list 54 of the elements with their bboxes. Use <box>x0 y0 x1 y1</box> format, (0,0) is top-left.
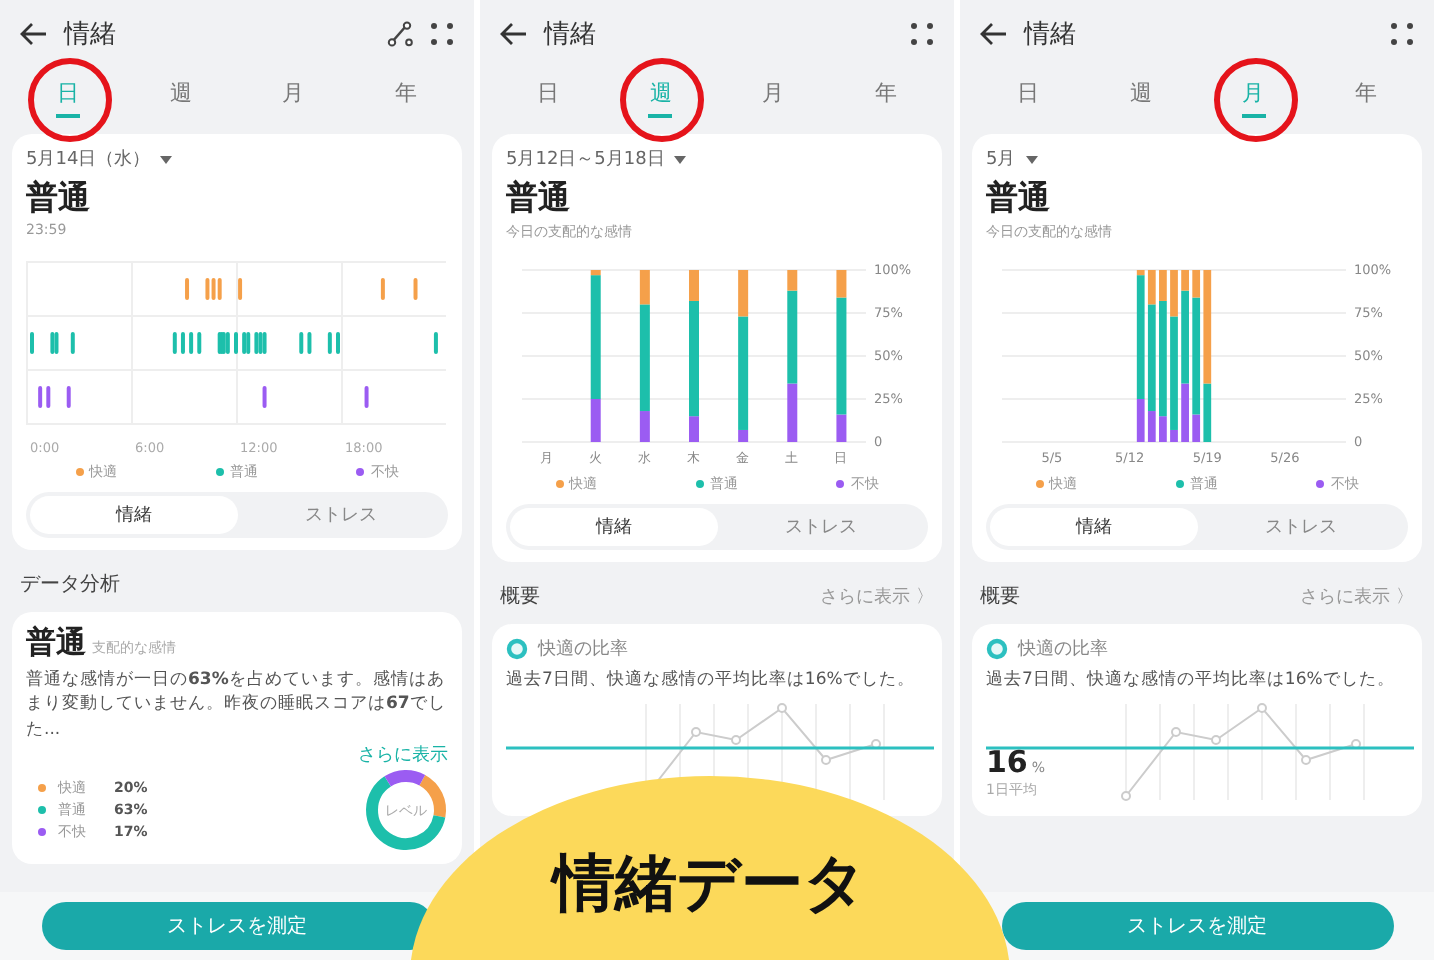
mood-title: 普通 <box>506 178 572 220</box>
segment-button[interactable]: 情緒 <box>990 508 1197 546</box>
segment-button[interactable]: 情緒 <box>30 496 237 534</box>
period-tab[interactable]: 週 <box>636 74 685 122</box>
period-tab[interactable]: 日 <box>524 74 573 122</box>
ratio-title: 快適の比率 <box>538 637 628 662</box>
ratio-text: 過去7日間、快適な感情の平均比率は16%でした。 <box>506 668 917 693</box>
back-arrow-icon[interactable] <box>980 22 1008 46</box>
mood-title: 普通 <box>26 178 92 220</box>
period-tab[interactable]: 週 <box>156 74 205 122</box>
show-more-link[interactable]: さらに表示 〉 <box>1300 583 1414 609</box>
analysis-text: 普通な感情が一日の63%を占めています。感情はあまり変動していません。昨夜の睡眠スコアは67でした... <box>26 668 448 742</box>
dropdown-caret-icon[interactable] <box>674 155 687 163</box>
ring-icon <box>506 638 528 660</box>
mood-title: 普通 <box>986 178 1052 220</box>
average-value: 16 <box>986 744 1028 781</box>
back-arrow-icon[interactable] <box>500 22 528 46</box>
period-tab[interactable]: 日 <box>1004 74 1053 122</box>
section-title: 概要 <box>980 583 1020 610</box>
screen-title: 情緒 <box>1024 18 1078 52</box>
period-tab[interactable]: 週 <box>1116 74 1165 122</box>
segment-button[interactable]: 情緒 <box>510 508 717 546</box>
period-tab[interactable]: 年 <box>381 74 430 122</box>
overlay-title: 情緒データ <box>553 846 867 924</box>
period-tab[interactable]: 日 <box>44 74 93 122</box>
segment-button[interactable]: ストレス <box>1197 508 1404 546</box>
segment-button[interactable]: ストレス <box>237 496 444 534</box>
show-more-link[interactable]: さらに表示 〉 <box>820 583 934 609</box>
period-tab[interactable]: 年 <box>1341 74 1390 122</box>
section-title: 概要 <box>500 583 540 610</box>
mood-title: 普通 <box>26 624 86 662</box>
screen-title: 情緒 <box>64 18 118 52</box>
period-label[interactable]: 5月 <box>986 146 1016 172</box>
dropdown-caret-icon[interactable] <box>160 155 173 163</box>
segment-button[interactable]: ストレス <box>717 508 924 546</box>
period-tab[interactable]: 年 <box>861 74 910 122</box>
period-label[interactable]: 5月14日（水） <box>26 146 151 172</box>
ring-icon <box>986 638 1008 660</box>
period-tab[interactable]: 月 <box>1229 74 1278 122</box>
period-label[interactable]: 5月12日～5月18日 <box>506 146 665 172</box>
section-title: データ分析 <box>20 571 120 598</box>
route-icon[interactable] <box>386 20 414 48</box>
show-more-link[interactable]: さらに表示 <box>358 741 448 768</box>
measure-stress-button[interactable]: ストレスを測定 <box>1001 902 1393 950</box>
dropdown-caret-icon[interactable] <box>1025 155 1038 163</box>
ratio-text: 過去7日間、快適な感情の平均比率は16%でした。 <box>986 668 1397 693</box>
more-dots-icon[interactable] <box>910 22 934 46</box>
period-tab[interactable]: 月 <box>749 74 798 122</box>
period-tab[interactable]: 月 <box>269 74 318 122</box>
more-dots-icon[interactable] <box>430 22 454 46</box>
ratio-title: 快適の比率 <box>1018 637 1108 662</box>
back-arrow-icon[interactable] <box>20 22 48 46</box>
screen-title: 情緒 <box>544 18 598 52</box>
more-dots-icon[interactable] <box>1390 22 1414 46</box>
